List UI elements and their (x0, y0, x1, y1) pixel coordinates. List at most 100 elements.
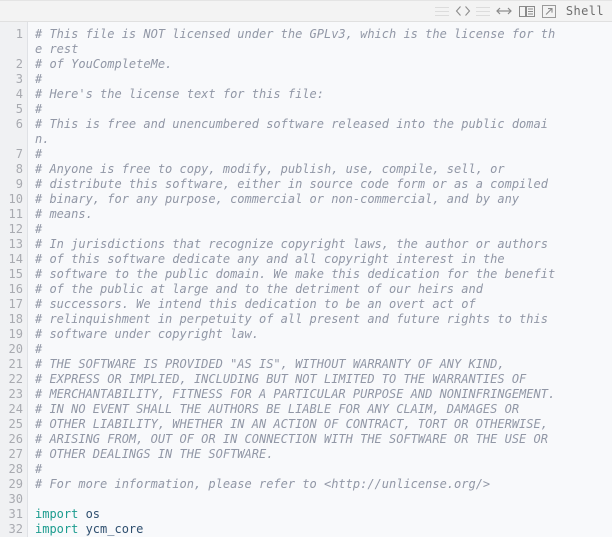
line-number: 32 (8, 522, 23, 536)
comment-token: # of this software dedicate any and all … (35, 252, 505, 266)
code-line[interactable]: # successors. We intend this dedication … (35, 297, 612, 312)
line-number: 3 (15, 72, 23, 86)
line-number: 6 (15, 117, 23, 131)
line-number-gutter: 1 23456 7 8 9 10 11 12 13 14 15 16 17 18 19 20 21 22 23 2… (0, 22, 28, 537)
code-line[interactable]: import ycm_core (35, 522, 612, 537)
comment-token: # (35, 102, 43, 116)
comment-token: e rest (35, 42, 79, 56)
code-line[interactable] (35, 492, 612, 507)
code-line[interactable]: # (35, 147, 612, 162)
code-line[interactable]: # (35, 462, 612, 477)
comment-token: # MERCHANTABILITY, FITNESS FOR A PARTICU… (35, 387, 556, 401)
keyword-token: import (35, 522, 79, 536)
comment-token: # For more information, please refer to … (35, 477, 491, 491)
comment-token: # In jurisdictions that recognize copyri… (35, 237, 548, 251)
comment-token: # THE SOFTWARE IS PROVIDED "AS IS", WITH… (35, 357, 505, 371)
comment-token: # distribute this software, either in so… (35, 177, 548, 191)
comment-token: # IN NO EVENT SHALL THE AUTHORS BE LIABL… (35, 402, 520, 416)
comment-token: # binary, for any purpose, commercial or… (35, 192, 520, 206)
line-number: 15 (8, 267, 23, 281)
line-number (0, 42, 23, 57)
line-number: 1 (15, 27, 23, 41)
code-brackets-icon[interactable] (453, 1, 473, 21)
menu-lines-icon[interactable] (434, 1, 449, 21)
code-line[interactable]: # of the public at large and to the detr… (35, 282, 612, 297)
code-line[interactable]: # (35, 222, 612, 237)
popout-window-icon[interactable] (540, 1, 558, 21)
menu-lines-icon[interactable] (475, 1, 490, 21)
comment-token: # ARISING FROM, OUT OF OR IN CONNECTION … (35, 432, 548, 446)
code-line[interactable]: # software to the public domain. We make… (35, 267, 612, 282)
comment-token: # (35, 72, 43, 86)
line-number: 24 (8, 402, 23, 416)
line-number: 29 (8, 477, 23, 491)
keyword-token: import (35, 507, 79, 521)
line-number: 18 (8, 312, 23, 326)
comment-token: # successors. We intend this dedication … (35, 297, 476, 311)
comment-token: # This is free and unencumbered software… (35, 117, 548, 131)
line-number: 12 (8, 222, 23, 236)
code-line[interactable]: # IN NO EVENT SHALL THE AUTHORS BE LIABL… (35, 402, 612, 417)
line-number: 8 (15, 162, 23, 176)
code-line[interactable]: # OTHER DEALINGS IN THE SOFTWARE. (35, 447, 612, 462)
comment-token: # software under copyright law. (35, 327, 259, 341)
comment-token: # Anyone is free to copy, modify, publis… (35, 162, 505, 176)
line-number: 25 (8, 417, 23, 431)
line-number: 4 (15, 87, 23, 101)
code-line[interactable]: # (35, 72, 612, 87)
comment-token: # (35, 147, 43, 161)
comment-token: # of the public at large and to the detr… (35, 282, 483, 296)
code-line[interactable]: # (35, 342, 612, 357)
line-number: 31 (8, 507, 23, 521)
comment-token: # (35, 342, 43, 356)
line-number: 5 (15, 102, 23, 116)
comment-token: # Here's the license text for this file: (35, 87, 324, 101)
comment-token: # This file is NOT licensed under the GP… (35, 27, 556, 41)
comment-token: # means. (35, 207, 93, 221)
line-number: 22 (8, 372, 23, 386)
code-line[interactable]: # means. (35, 207, 612, 222)
line-number: 19 (8, 327, 23, 341)
code-line[interactable]: n. (35, 132, 612, 147)
code-line[interactable]: # relinquishment in perpetuity of all pr… (35, 312, 612, 327)
line-number: 11 (8, 207, 23, 221)
editor-toolbar: Shell (0, 0, 612, 22)
code-line[interactable]: # OTHER LIABILITY, WHETHER IN AN ACTION … (35, 417, 612, 432)
line-number: 7 (15, 147, 23, 161)
code-editor[interactable]: 1 23456 7 8 9 10 11 12 13 14 15 16 17 18 19 20 21 22 23 2… (0, 22, 612, 537)
split-panes-icon[interactable] (518, 1, 536, 21)
code-line[interactable]: # software under copyright law. (35, 327, 612, 342)
line-number: 13 (8, 237, 23, 251)
code-line[interactable]: # This file is NOT licensed under the GP… (35, 27, 612, 42)
code-line[interactable]: # ARISING FROM, OUT OF OR IN CONNECTION … (35, 432, 612, 447)
code-line[interactable]: # of this software dedicate any and all … (35, 252, 612, 267)
code-line[interactable]: # THE SOFTWARE IS PROVIDED "AS IS", WITH… (35, 357, 612, 372)
code-line[interactable]: # (35, 102, 612, 117)
horizontal-resize-icon[interactable] (494, 1, 514, 21)
code-line[interactable]: import os (35, 507, 612, 522)
line-number: 26 (8, 432, 23, 446)
identifier-token: ycm_core (78, 522, 144, 536)
code-line[interactable]: # This is free and unencumbered software… (35, 117, 612, 132)
code-line[interactable]: # Here's the license text for this file: (35, 87, 612, 102)
code-line[interactable]: # In jurisdictions that recognize copyri… (35, 237, 612, 252)
identifier-token: os (78, 507, 101, 521)
comment-token: # OTHER DEALINGS IN THE SOFTWARE. (35, 447, 274, 461)
code-line[interactable]: # EXPRESS OR IMPLIED, INCLUDING BUT NOT … (35, 372, 612, 387)
code-line[interactable]: # binary, for any purpose, commercial or… (35, 192, 612, 207)
code-line[interactable]: # For more information, please refer to … (35, 477, 612, 492)
line-number: 17 (8, 297, 23, 311)
code-area[interactable]: # This file is NOT licensed under the GP… (28, 22, 612, 537)
code-line[interactable]: # distribute this software, either in so… (35, 177, 612, 192)
shell-label[interactable]: Shell (562, 1, 606, 21)
comment-token: # of YouCompleteMe. (35, 57, 173, 71)
line-number: 20 (8, 342, 23, 356)
line-number: 27 (8, 447, 23, 461)
code-line[interactable]: # of YouCompleteMe. (35, 57, 612, 72)
comment-token: # software to the public domain. We make… (35, 267, 556, 281)
line-number: 30 (8, 492, 23, 506)
line-number: 16 (8, 282, 23, 296)
code-line[interactable]: # Anyone is free to copy, modify, publis… (35, 162, 612, 177)
code-line[interactable]: e rest (35, 42, 612, 57)
code-line[interactable]: # MERCHANTABILITY, FITNESS FOR A PARTICU… (35, 387, 612, 402)
